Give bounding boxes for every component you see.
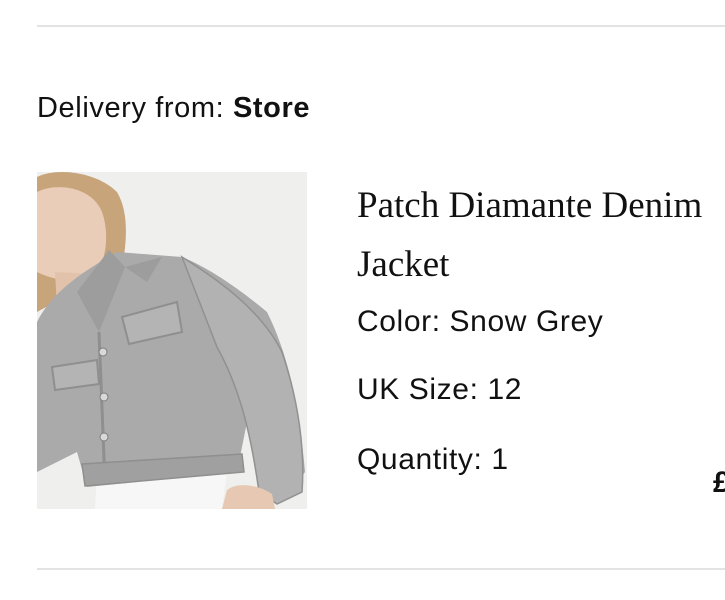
product-quantity: Quantity: 1 xyxy=(357,443,509,476)
delivery-source: Store xyxy=(232,92,311,124)
top-divider xyxy=(37,25,725,27)
product-color: Color: Snow Grey xyxy=(357,305,604,338)
product-name-line-1: Patch Diamante Denim xyxy=(357,185,703,226)
product-image[interactable] xyxy=(37,172,307,509)
product-name[interactable]: Patch Diamante Denim Jacket xyxy=(357,176,725,294)
delivery-label: Delivery from: xyxy=(37,92,225,124)
delivery-info: Delivery from: Store xyxy=(37,92,310,125)
product-name-line-2: Jacket xyxy=(357,244,450,285)
product-price: £ xyxy=(713,466,725,499)
product-size: UK Size: 12 xyxy=(357,373,523,406)
bottom-divider xyxy=(37,568,725,570)
